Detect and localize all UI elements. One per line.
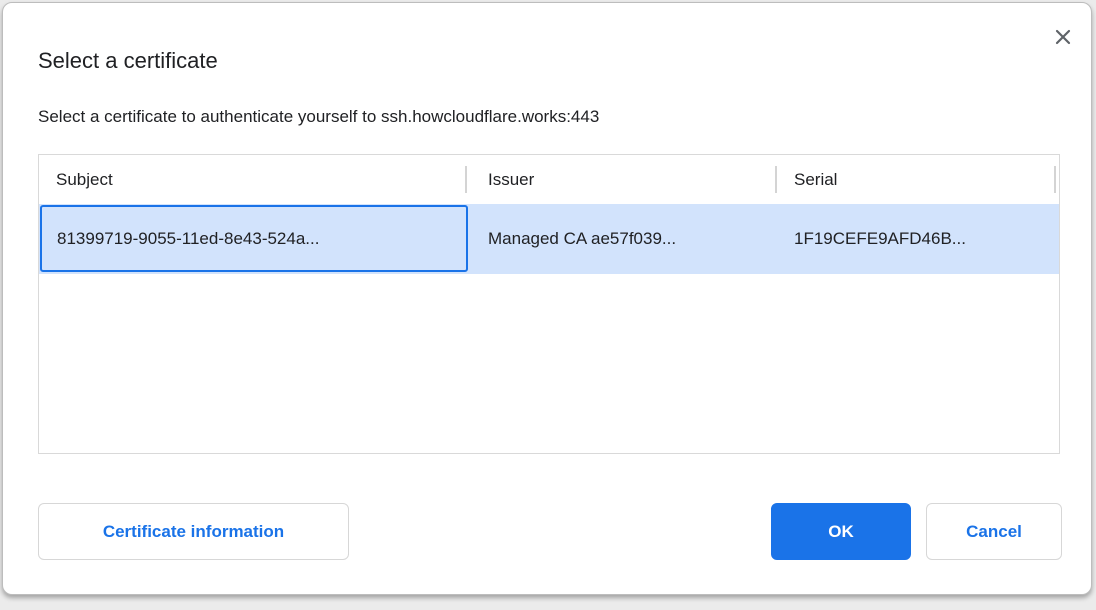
- subject-cell[interactable]: 81399719-9055-11ed-8e43-524a...: [40, 205, 468, 272]
- column-divider: [775, 166, 777, 193]
- certificate-select-dialog: Select a certificate Select a certificat…: [2, 2, 1092, 595]
- dialog-title: Select a certificate: [38, 47, 218, 75]
- close-button[interactable]: [1047, 21, 1079, 53]
- column-header-issuer: Issuer: [488, 155, 534, 204]
- ok-button[interactable]: OK: [771, 503, 911, 560]
- cancel-button[interactable]: Cancel: [926, 503, 1062, 560]
- certificate-information-button[interactable]: Certificate information: [38, 503, 349, 560]
- table-header: Subject Issuer Serial: [39, 155, 1059, 204]
- serial-value: 1F19CEFE9AFD46B...: [794, 204, 966, 274]
- certificate-table: Subject Issuer Serial 81399719-9055-11ed…: [38, 154, 1060, 454]
- subject-value: 81399719-9055-11ed-8e43-524a...: [57, 207, 319, 270]
- column-header-serial: Serial: [794, 155, 837, 204]
- close-icon: [1053, 27, 1073, 47]
- column-header-subject: Subject: [56, 155, 113, 204]
- dialog-subtitle: Select a certificate to authenticate you…: [38, 106, 599, 128]
- certificate-row[interactable]: 81399719-9055-11ed-8e43-524a... Managed …: [39, 204, 1059, 274]
- column-divider: [465, 166, 467, 193]
- column-divider: [1054, 166, 1056, 193]
- issuer-value: Managed CA ae57f039...: [488, 204, 676, 274]
